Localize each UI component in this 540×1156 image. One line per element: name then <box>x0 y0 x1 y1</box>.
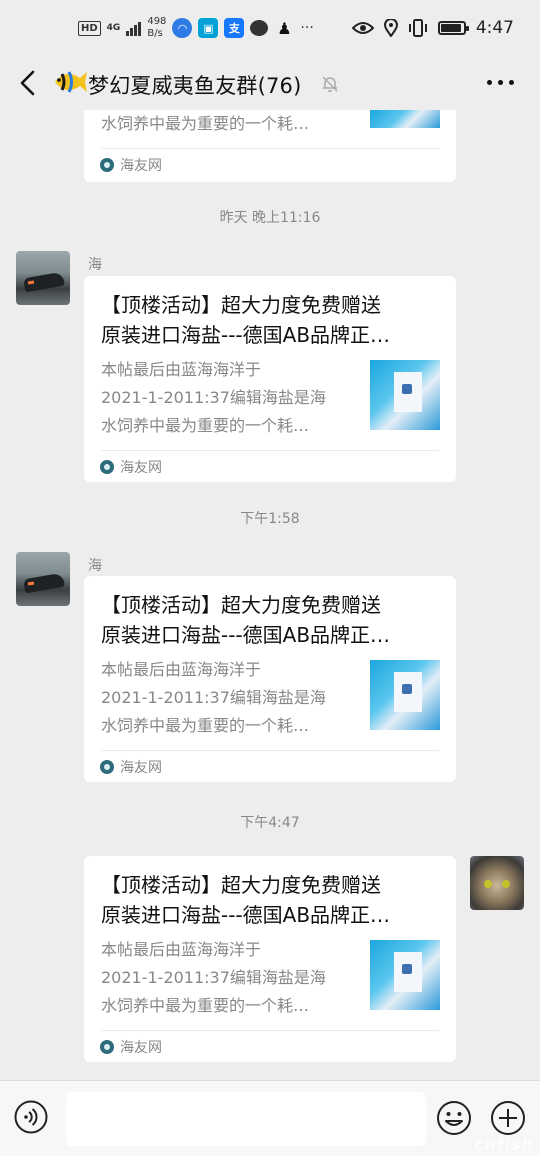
card-desc-line: 本帖最后由蓝海海洋于 <box>101 940 262 959</box>
eye-comfort-icon <box>351 22 374 34</box>
source-name: 海友网 <box>120 1040 162 1056</box>
timestamp: 昨天 晚上11:16 <box>219 210 321 226</box>
location-icon <box>383 19 398 37</box>
qq-icon: ♟ <box>277 18 292 38</box>
status-bar: HD 4G 498 B/s ◠ ▣ 支 ♟ ··· 4:47 <box>0 0 540 60</box>
source-logo-icon <box>100 760 114 774</box>
group-fish-icon <box>55 71 87 93</box>
network-type: 4G <box>106 23 121 33</box>
source-name: 海友网 <box>120 460 162 476</box>
chat-title: 梦幻夏威夷鱼友群(76) <box>88 74 302 98</box>
bilibili-icon: ▣ <box>198 18 219 38</box>
card-title: 【顶楼活动】超大力度免费赠送 原装进口海盐---德国AB品牌正… <box>101 870 441 930</box>
card-source: 海友网 <box>100 454 162 480</box>
more-options-button[interactable] <box>487 80 514 85</box>
card-desc-line: 水饲养中最为重要的一个耗… <box>101 716 310 735</box>
card-description: 水饲养中最为重要的一个耗… <box>101 114 310 133</box>
mute-bell-icon <box>322 76 338 92</box>
alipay-icon: 支 <box>224 18 245 38</box>
card-thumbnail <box>370 940 440 1010</box>
source-logo-icon <box>100 158 114 172</box>
card-divider <box>101 450 439 451</box>
card-title-line: 【顶楼活动】超大力度免费赠送 <box>101 593 381 617</box>
source-logo-icon <box>100 460 114 474</box>
chat-bubble-icon <box>250 20 269 36</box>
status-left: HD 4G 498 B/s ◠ ▣ 支 ♟ ··· <box>78 16 314 40</box>
link-card[interactable]: 水饲养中最为重要的一个耗… 海友网 <box>84 110 456 182</box>
link-card[interactable]: 【顶楼活动】超大力度免费赠送 原装进口海盐---德国AB品牌正… 本帖最后由蓝海… <box>84 276 456 482</box>
card-divider <box>101 148 439 149</box>
emoji-icon[interactable] <box>436 1100 472 1136</box>
source-name: 海友网 <box>120 158 162 174</box>
speed-unit: B/s <box>147 28 163 39</box>
link-card[interactable]: 【顶楼活动】超大力度免费赠送 原装进口海盐---德国AB品牌正… 本帖最后由蓝海… <box>84 856 456 1062</box>
input-bar: cnfish <box>0 1080 540 1156</box>
card-description: 本帖最后由蓝海海洋于 2021-1-2011:37编辑海盐是海 水饲养中最为重要… <box>101 356 349 440</box>
avatar[interactable] <box>16 251 70 305</box>
card-desc-line: 水饲养中最为重要的一个耗… <box>101 996 310 1015</box>
sender-name: 海 <box>88 257 102 273</box>
voice-input-icon[interactable] <box>14 1100 48 1134</box>
card-title: 【顶楼活动】超大力度免费赠送 原装进口海盐---德国AB品牌正… <box>101 590 441 650</box>
link-card[interactable]: 【顶楼活动】超大力度免费赠送 原装进口海盐---德国AB品牌正… 本帖最后由蓝海… <box>84 576 456 782</box>
avatar[interactable] <box>16 552 70 606</box>
card-title-line: 【顶楼活动】超大力度免费赠送 <box>101 873 381 897</box>
card-desc-line: 2021-1-2011:37编辑海盐是海 <box>101 388 326 407</box>
avatar[interactable] <box>470 856 524 910</box>
speed-value: 498 <box>147 16 167 27</box>
battery-icon <box>437 21 469 35</box>
back-arrow-icon[interactable] <box>14 68 44 98</box>
card-source: 海友网 <box>100 754 162 780</box>
hd-badge: HD <box>78 20 101 36</box>
card-title-line: 原装进口海盐---德国AB品牌正… <box>101 903 391 927</box>
message-list[interactable]: 水饲养中最为重要的一个耗… 海友网 昨天 晚上11:16 海 【顶楼活动】超大力… <box>0 110 540 1080</box>
baidu-netdisk-icon: ◠ <box>172 18 193 38</box>
plus-icon[interactable] <box>490 1100 526 1136</box>
card-desc-line: 2021-1-2011:37编辑海盐是海 <box>101 688 326 707</box>
card-desc-line: 本帖最后由蓝海海洋于 <box>101 660 262 679</box>
card-description: 本帖最后由蓝海海洋于 2021-1-2011:37编辑海盐是海 水饲养中最为重要… <box>101 656 349 740</box>
card-thumbnail <box>370 110 440 128</box>
card-divider <box>101 750 439 751</box>
card-desc-line: 本帖最后由蓝海海洋于 <box>101 360 262 379</box>
signal-strength-icon <box>126 20 142 36</box>
sender-name: 海 <box>88 558 102 574</box>
card-description: 本帖最后由蓝海海洋于 2021-1-2011:37编辑海盐是海 水饲养中最为重要… <box>101 936 349 1020</box>
source-name: 海友网 <box>120 760 162 776</box>
status-right: 4:47 <box>351 18 514 38</box>
card-divider <box>101 1030 439 1031</box>
card-source: 海友网 <box>100 152 162 178</box>
timestamp: 下午1:58 <box>240 511 300 527</box>
more-dots-icon: ··· <box>300 20 314 36</box>
card-thumbnail <box>370 360 440 430</box>
vibrate-icon <box>408 19 427 37</box>
card-source: 海友网 <box>100 1034 162 1060</box>
network-speed: 498 B/s <box>147 16 166 40</box>
card-thumbnail <box>370 660 440 730</box>
card-desc-line: 水饲养中最为重要的一个耗… <box>101 416 310 435</box>
card-title-line: 原装进口海盐---德国AB品牌正… <box>101 323 391 347</box>
watermark: cnfish <box>473 1135 534 1154</box>
timestamp: 下午4:47 <box>240 815 300 831</box>
card-title-line: 原装进口海盐---德国AB品牌正… <box>101 623 391 647</box>
message-input[interactable] <box>66 1092 426 1146</box>
source-logo-icon <box>100 1040 114 1054</box>
card-desc-line: 2021-1-2011:37编辑海盐是海 <box>101 968 326 987</box>
clock-time: 4:47 <box>475 18 514 38</box>
card-title: 【顶楼活动】超大力度免费赠送 原装进口海盐---德国AB品牌正… <box>101 290 441 350</box>
card-title-line: 【顶楼活动】超大力度免费赠送 <box>101 293 381 317</box>
title-bar: 梦幻夏威夷鱼友群(76) <box>0 60 540 110</box>
